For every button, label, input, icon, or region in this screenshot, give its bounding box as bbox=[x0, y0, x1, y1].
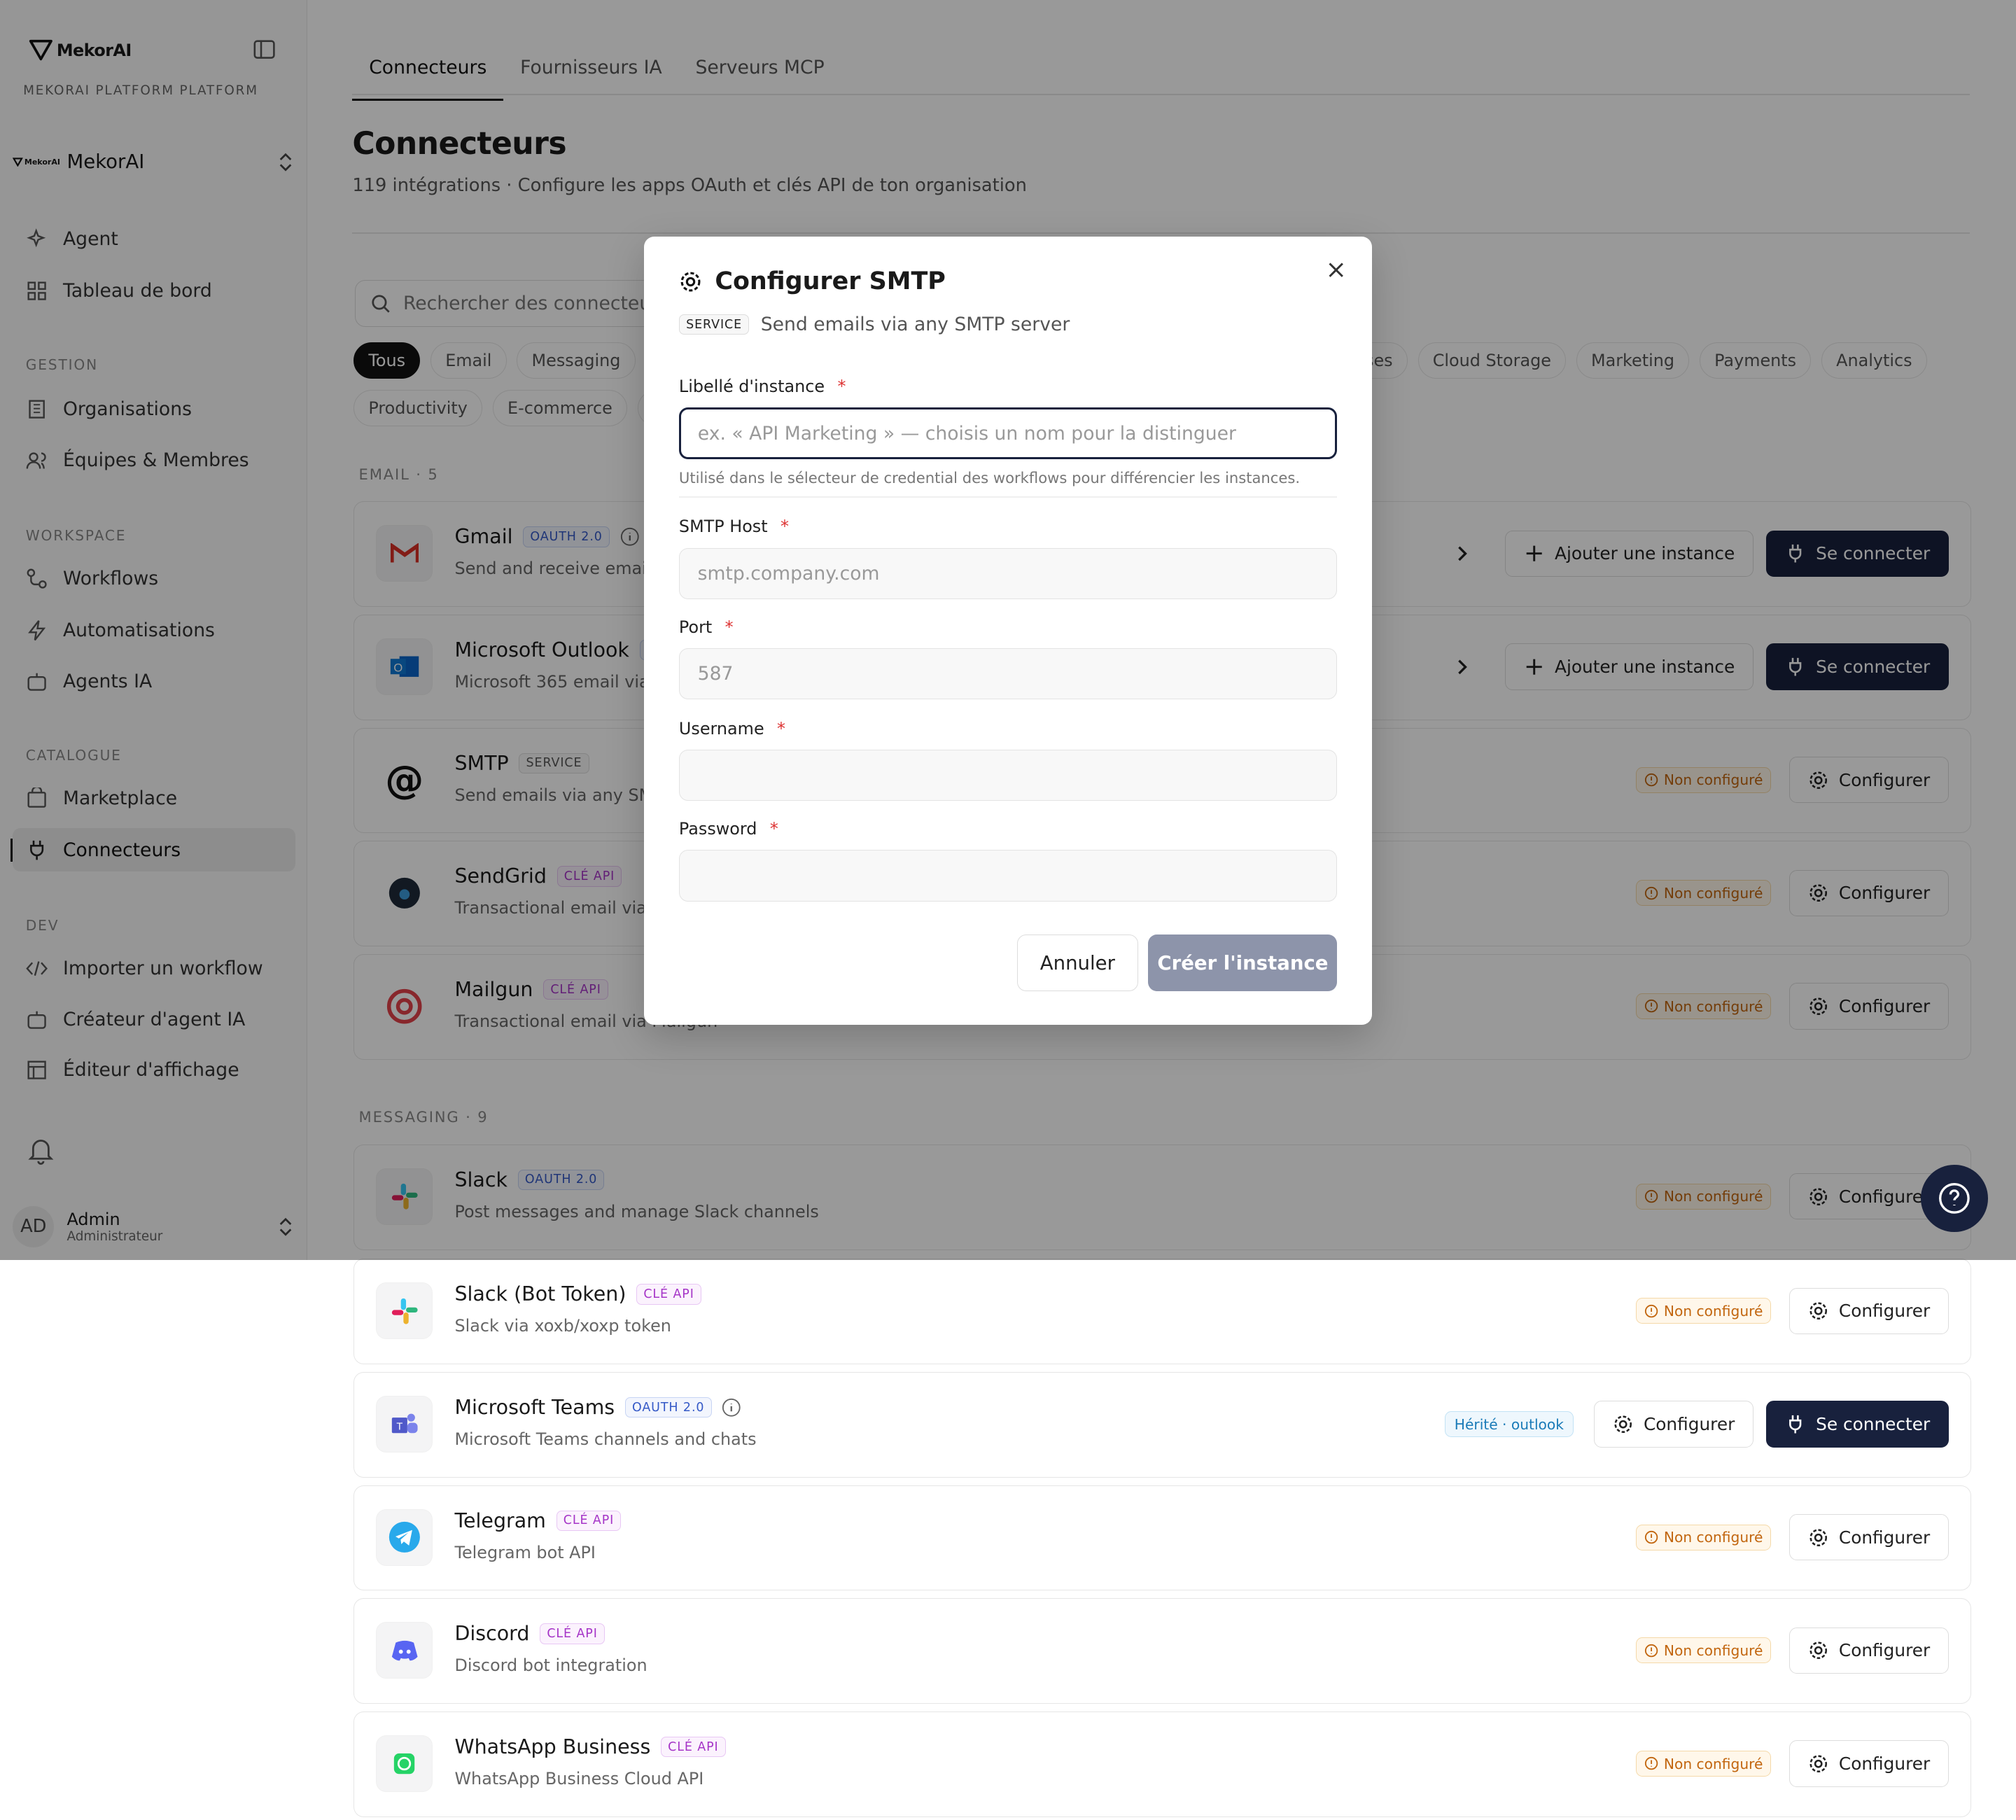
smtp-host-label: SMTP Host * bbox=[679, 517, 789, 536]
required-mark: * bbox=[777, 718, 785, 738]
connector-card: T Microsoft Teams OAUTH 2.0 Microsoft Tea… bbox=[354, 1372, 1972, 1478]
connector-name: Discord bbox=[454, 1622, 530, 1646]
field-label: Username bbox=[678, 718, 764, 738]
help-button[interactable] bbox=[1921, 1165, 1988, 1232]
alert-circle-icon bbox=[1645, 1757, 1658, 1770]
slack-icon bbox=[376, 1282, 433, 1340]
cancel-button[interactable]: Annuler bbox=[1017, 934, 1138, 992]
field-label: Port bbox=[678, 617, 713, 637]
connector-description: Slack via xoxb/xoxp token bbox=[454, 1316, 671, 1336]
auth-badge: CLÉ API bbox=[556, 1510, 622, 1531]
gear-icon bbox=[1809, 1302, 1827, 1320]
button-label: Configurer bbox=[1838, 1301, 1931, 1322]
alert-circle-icon bbox=[1645, 1531, 1658, 1544]
alert-circle-icon bbox=[1645, 1304, 1658, 1318]
svg-text:T: T bbox=[396, 1422, 402, 1433]
port-label: Port * bbox=[679, 617, 734, 637]
smtp-host-input[interactable]: smtp.company.com bbox=[678, 547, 1338, 600]
instance-label-label: Libellé d'instance * bbox=[679, 377, 846, 396]
status-text: Non configuré bbox=[1663, 1302, 1763, 1320]
field-label: SMTP Host bbox=[678, 517, 768, 537]
info-icon[interactable] bbox=[722, 1398, 741, 1418]
gear-icon bbox=[1809, 1528, 1827, 1546]
configure-button[interactable]: Configurer bbox=[1789, 1627, 1949, 1674]
status-badge: Non configuré bbox=[1636, 1751, 1772, 1777]
gear-icon bbox=[680, 272, 701, 292]
status-text: Non configuré bbox=[1663, 1642, 1763, 1659]
required-mark: * bbox=[837, 377, 846, 397]
username-label: Username * bbox=[679, 719, 785, 738]
discord-icon bbox=[376, 1622, 433, 1679]
instance-label-input[interactable]: ex. « API Marketing » — choisis un nom p… bbox=[678, 407, 1338, 459]
password-input[interactable] bbox=[678, 850, 1338, 902]
field-label: Password bbox=[678, 819, 757, 839]
status-badge: Non configuré bbox=[1636, 1298, 1772, 1324]
button-label: Configurer bbox=[1838, 1754, 1931, 1774]
field-divider bbox=[678, 496, 1338, 498]
input-placeholder: 587 bbox=[697, 663, 734, 685]
password-label: Password * bbox=[679, 819, 778, 839]
gear-icon bbox=[1809, 1755, 1827, 1772]
status-text: Non configuré bbox=[1663, 1755, 1763, 1772]
required-mark: * bbox=[780, 517, 789, 537]
connector-name: WhatsApp Business bbox=[454, 1735, 651, 1759]
configure-button[interactable]: Configurer bbox=[1789, 1514, 1949, 1561]
connector-name: Telegram bbox=[454, 1508, 546, 1532]
button-label: Configurer bbox=[1838, 1640, 1931, 1661]
close-icon[interactable] bbox=[1326, 260, 1346, 280]
configure-smtp-dialog: Configurer SMTP SERVICE Send emails via … bbox=[644, 237, 1373, 1026]
connector-description: Discord bot integration bbox=[454, 1656, 648, 1676]
configure-button[interactable]: Configurer bbox=[1789, 1287, 1949, 1334]
app-page: MekorAI MEKORAI PLATFORM PLATFORM MekorA… bbox=[0, 0, 2016, 1820]
connector-description: Telegram bot API bbox=[454, 1542, 596, 1562]
teams-icon: T bbox=[376, 1396, 433, 1452]
required-mark: * bbox=[769, 819, 778, 839]
configure-button[interactable]: Configurer bbox=[1594, 1401, 1754, 1448]
configure-button[interactable]: Configurer bbox=[1789, 1740, 1949, 1787]
connector-name: Slack (Bot Token) bbox=[454, 1282, 626, 1306]
button-label: Se connecter bbox=[1816, 1414, 1931, 1435]
auth-badge: CLÉ API bbox=[540, 1623, 605, 1644]
connector-card: Telegram CLÉ API Telegram bot API Non con… bbox=[354, 1485, 1972, 1591]
alert-circle-icon bbox=[1645, 1644, 1658, 1658]
plug-icon bbox=[1789, 1415, 1802, 1434]
connector-card: Slack (Bot Token) CLÉ API Slack via xoxb/… bbox=[354, 1259, 1972, 1365]
status-badge: Non configuré bbox=[1636, 1524, 1772, 1550]
status-text: Non configuré bbox=[1663, 1529, 1763, 1546]
gear-icon bbox=[1809, 1642, 1827, 1660]
required-mark: * bbox=[724, 617, 734, 637]
create-instance-button[interactable]: Créer l'instance bbox=[1148, 934, 1338, 992]
dialog-subtitle: Send emails via any SMTP server bbox=[760, 314, 1070, 336]
connector-card: Discord CLÉ API Discord bot integration N… bbox=[354, 1598, 1972, 1704]
gear-icon bbox=[1614, 1415, 1632, 1433]
button-label: Configurer bbox=[1643, 1414, 1735, 1435]
connector-description: WhatsApp Business Cloud API bbox=[454, 1768, 704, 1788]
input-placeholder: smtp.company.com bbox=[697, 562, 880, 584]
port-input[interactable]: 587 bbox=[678, 648, 1338, 700]
help-icon bbox=[1939, 1183, 1970, 1214]
status-badge: Non configuré bbox=[1636, 1637, 1772, 1664]
inherited-badge: Hérité · outlook bbox=[1444, 1411, 1574, 1438]
auth-badge: CLÉ API bbox=[636, 1284, 701, 1305]
auth-badge: OAUTH 2.0 bbox=[624, 1396, 712, 1418]
dialog-title: Configurer SMTP bbox=[715, 267, 946, 296]
connector-description: Microsoft Teams channels and chats bbox=[454, 1429, 757, 1449]
button-label: Configurer bbox=[1838, 1527, 1931, 1548]
auth-badge: CLÉ API bbox=[660, 1736, 726, 1758]
username-input[interactable] bbox=[678, 749, 1338, 802]
field-label: Libellé d'instance bbox=[678, 377, 825, 397]
connector-name: Microsoft Teams bbox=[454, 1396, 615, 1420]
whatsapp-icon bbox=[376, 1735, 433, 1792]
connector-card: WhatsApp Business CLÉ API WhatsApp Busine… bbox=[354, 1712, 1972, 1817]
connect-button[interactable]: Se connecter bbox=[1766, 1401, 1949, 1448]
instance-label-hint: Utilisé dans le sélecteur de credential … bbox=[678, 469, 1301, 487]
input-placeholder: ex. « API Marketing » — choisis un nom p… bbox=[697, 422, 1236, 444]
telegram-icon bbox=[376, 1508, 433, 1566]
service-badge: SERVICE bbox=[678, 314, 750, 335]
